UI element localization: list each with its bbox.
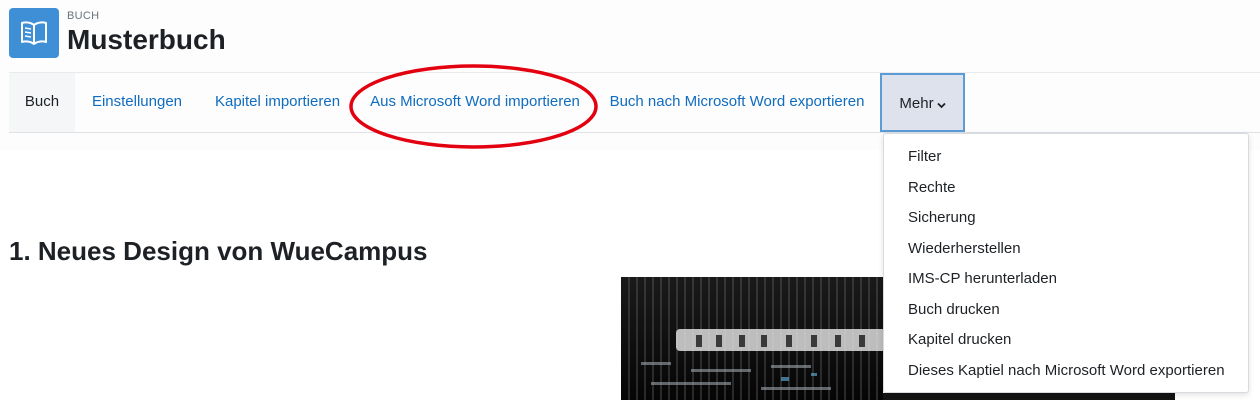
tab-word-exportieren[interactable]: Buch nach Microsoft Word exportieren	[594, 73, 880, 132]
page-kind-label: BUCH	[67, 10, 100, 22]
menu-item-kapitel-drucken[interactable]: Kapitel drucken	[884, 325, 1248, 356]
more-dropdown-menu: Filter Rechte Sicherung Wiederherstellen…	[883, 133, 1249, 393]
tab-einstellungen[interactable]: Einstellungen	[75, 73, 199, 132]
tab-mehr-label: Mehr	[899, 95, 934, 112]
tab-buch[interactable]: Buch	[9, 73, 75, 132]
menu-item-buch-drucken[interactable]: Buch drucken	[884, 295, 1248, 326]
page-title: Musterbuch	[67, 24, 226, 55]
tab-aus-word-importieren[interactable]: Aus Microsoft Word importieren	[356, 73, 594, 132]
chevron-down-icon	[936, 76, 946, 133]
tab-mehr[interactable]: Mehr	[880, 73, 965, 132]
menu-item-wiederherstellen[interactable]: Wiederherstellen	[884, 234, 1248, 265]
chapter-image-continuation	[883, 393, 1175, 400]
menu-item-ims-cp-herunterladen[interactable]: IMS-CP herunterladen	[884, 264, 1248, 295]
book-icon	[9, 8, 59, 58]
tab-kapitel-importieren[interactable]: Kapitel importieren	[199, 73, 356, 132]
chapter-image	[621, 277, 883, 400]
chapter-heading: 1. Neues Design von WueCampus	[9, 236, 428, 266]
menu-item-rechte[interactable]: Rechte	[884, 173, 1248, 204]
menu-item-sicherung[interactable]: Sicherung	[884, 203, 1248, 234]
menu-item-filter[interactable]: Filter	[884, 142, 1248, 173]
menu-item-kapitel-word-exportieren[interactable]: Dieses Kaptiel nach Microsoft Word expor…	[884, 356, 1248, 387]
